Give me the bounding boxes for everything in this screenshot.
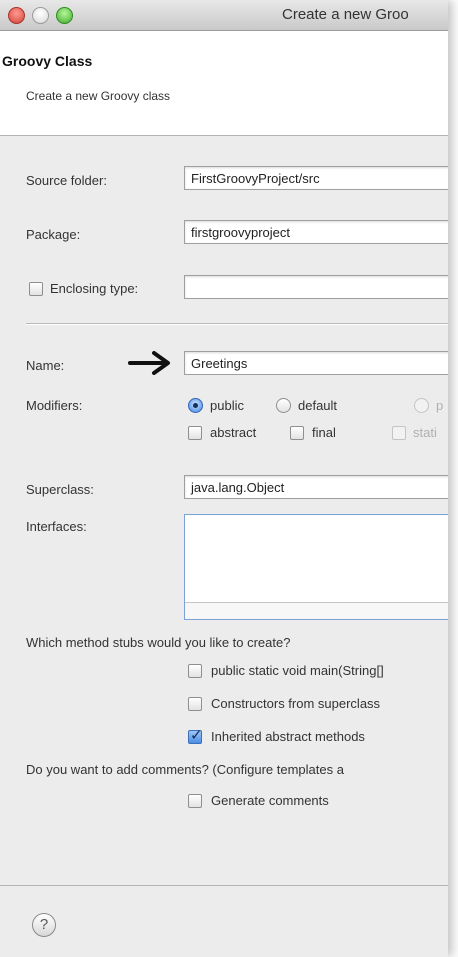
modifier-private-radio — [414, 398, 429, 413]
generate-comments-label: Generate comments — [211, 793, 329, 808]
separator-highlight — [26, 324, 448, 325]
superclass-value: java.lang.Object — [191, 480, 285, 495]
window-title: Create a new Groo — [282, 6, 409, 23]
package-label: Package: — [26, 227, 81, 242]
method-stubs-question: Which method stubs would you like to cre… — [26, 635, 291, 650]
package-field[interactable]: firstgroovyproject — [184, 220, 448, 244]
name-field[interactable]: Greetings — [184, 351, 448, 375]
modifier-public-radio[interactable] — [188, 398, 203, 413]
minimize-icon[interactable] — [32, 7, 49, 24]
source-folder-label: Source folder: — [26, 173, 107, 188]
zoom-icon[interactable] — [56, 7, 73, 24]
superclass-field[interactable]: java.lang.Object — [184, 475, 448, 499]
modifier-default-label: default — [298, 398, 338, 413]
modifiers-label: Modifiers: — [26, 398, 83, 413]
stub-inherited-checkbox[interactable]: ✓ — [188, 727, 203, 744]
wizard-header: Groovy Class Create a new Groovy class — [0, 31, 448, 136]
modifier-abstract-checkbox[interactable] — [188, 426, 202, 440]
modifier-public-label: public — [210, 398, 244, 413]
superclass-label: Superclass: — [26, 482, 94, 497]
modifier-default-radio[interactable] — [276, 398, 291, 413]
stub-main-label: public static void main(String[] — [211, 663, 384, 678]
close-icon[interactable] — [8, 7, 25, 24]
page-title: Groovy Class — [2, 53, 93, 69]
modifier-private-label: p — [436, 398, 444, 413]
stub-inherited-label: Inherited abstract methods — [211, 729, 365, 744]
page-description: Create a new Groovy class — [26, 89, 171, 103]
dialog-window: Create a new Groo Groovy Class Create a … — [0, 0, 448, 957]
title-bar: Create a new Groo — [0, 0, 448, 31]
modifier-static-checkbox — [392, 426, 406, 440]
interfaces-label: Interfaces: — [26, 519, 87, 534]
interfaces-list[interactable] — [184, 514, 448, 620]
stub-main-checkbox[interactable] — [188, 664, 202, 678]
help-icon[interactable]: ? — [32, 913, 56, 937]
package-value: firstgroovyproject — [191, 225, 290, 240]
name-value: Greetings — [191, 356, 248, 371]
stub-constructors-label: Constructors from superclass — [211, 696, 381, 711]
enclosing-type-label: Enclosing type: — [50, 281, 139, 296]
interfaces-list-footer — [185, 602, 448, 619]
comments-question: Do you want to add comments? (Configure … — [26, 762, 344, 777]
enclosing-type-checkbox[interactable] — [29, 282, 43, 296]
arrow-right-icon — [128, 351, 170, 375]
modifier-final-checkbox[interactable] — [290, 426, 304, 440]
footer-separator — [0, 885, 448, 886]
generate-comments-checkbox[interactable] — [188, 794, 202, 808]
checkmark-icon: ✓ — [190, 727, 203, 744]
modifier-final-label: final — [312, 425, 336, 440]
modifier-static-label: stati — [413, 425, 437, 440]
enclosing-type-field[interactable] — [184, 275, 448, 299]
source-folder-field[interactable]: FirstGroovyProject/src — [184, 166, 448, 190]
source-folder-value: FirstGroovyProject/src — [191, 171, 320, 186]
stub-constructors-checkbox[interactable] — [188, 697, 202, 711]
name-label: Name: — [26, 358, 65, 373]
modifier-abstract-label: abstract — [210, 425, 257, 440]
radio-selected-dot — [193, 403, 198, 408]
